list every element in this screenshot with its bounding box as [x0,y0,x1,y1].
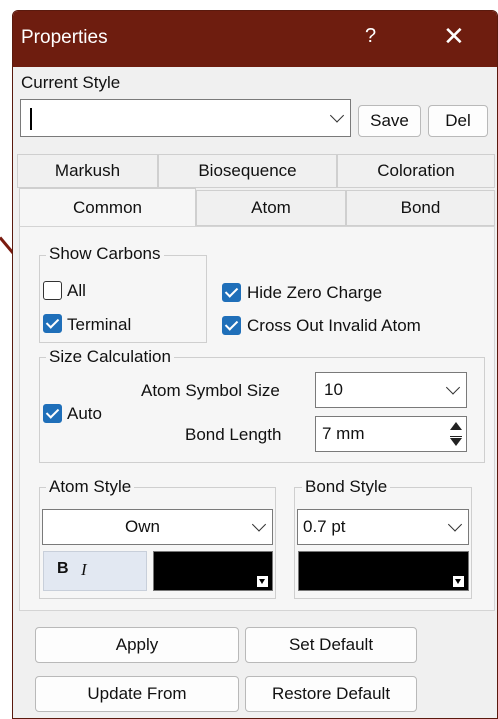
chevron-down-icon [251,517,267,532]
tab-bond[interactable]: Bond [346,190,495,226]
atom-symbol-size-value: 10 [324,380,343,399]
bond-length-label: Bond Length [185,425,282,444]
apply-button[interactable]: Apply [35,627,239,663]
italic-button[interactable]: I [81,560,87,580]
current-style-label: Current Style [21,73,121,92]
cross-out-invalid-checkbox[interactable] [222,316,241,335]
bond-color-picker[interactable] [298,551,469,591]
chevron-down-icon [447,517,463,532]
chevron-down-icon [445,380,461,395]
hide-zero-charge-label: Hide Zero Charge [247,283,383,302]
save-button[interactable]: Save [358,105,421,137]
tab-markush[interactable]: Markush [17,154,158,188]
bond-length-spinbox[interactable]: 7 mm [315,416,467,452]
atom-symbol-size-combo[interactable]: 10 [315,372,467,408]
cross-out-invalid-label: Cross Out Invalid Atom [247,316,421,335]
help-button[interactable]: ? [365,25,376,48]
spin-down-icon[interactable] [450,438,462,446]
show-carbons-title: Show Carbons [46,244,164,264]
window-title: Properties [21,27,108,48]
spin-up-icon[interactable] [450,422,462,430]
restore-default-button[interactable]: Restore Default [245,676,417,712]
tab-atom[interactable]: Atom [196,190,346,226]
dropdown-arrow-icon [453,576,464,587]
atom-symbol-size-label: Atom Symbol Size [141,381,280,400]
size-calculation-title: Size Calculation [46,347,174,367]
atom-style-value: Own [125,517,160,536]
all-checkbox[interactable] [43,281,62,300]
bold-button[interactable]: B [57,560,69,578]
spin-divider [450,436,462,437]
properties-dialog: Properties ? ✕ Current Style Save Del Ma… [12,10,498,719]
text-cursor [30,108,32,130]
auto-checkbox[interactable] [43,404,62,423]
tab-coloration[interactable]: Coloration [337,154,495,188]
update-from-button[interactable]: Update From [35,676,239,712]
dropdown-arrow-icon [257,576,268,587]
close-button[interactable]: ✕ [443,22,465,52]
del-button[interactable]: Del [428,105,488,137]
title-bar: Properties ? ✕ [13,11,497,67]
all-label: All [67,281,86,300]
bond-style-title: Bond Style [302,477,391,497]
atom-color-picker[interactable] [153,551,273,591]
bond-style-value: 0.7 pt [303,517,346,536]
tab-common[interactable]: Common [19,188,196,227]
terminal-label: Terminal [67,315,132,334]
set-default-button[interactable]: Set Default [245,627,417,663]
hide-zero-charge-checkbox[interactable] [222,283,241,302]
atom-style-combo[interactable]: Own [42,509,273,545]
atom-style-title: Atom Style [46,477,135,497]
chevron-down-icon [329,108,345,123]
bond-style-combo[interactable]: 0.7 pt [297,509,469,545]
tab-biosequence[interactable]: Biosequence [158,154,337,188]
bond-length-value: 7 mm [322,424,365,443]
terminal-checkbox[interactable] [43,314,62,333]
current-style-combo[interactable] [20,99,351,137]
auto-label: Auto [67,404,102,423]
